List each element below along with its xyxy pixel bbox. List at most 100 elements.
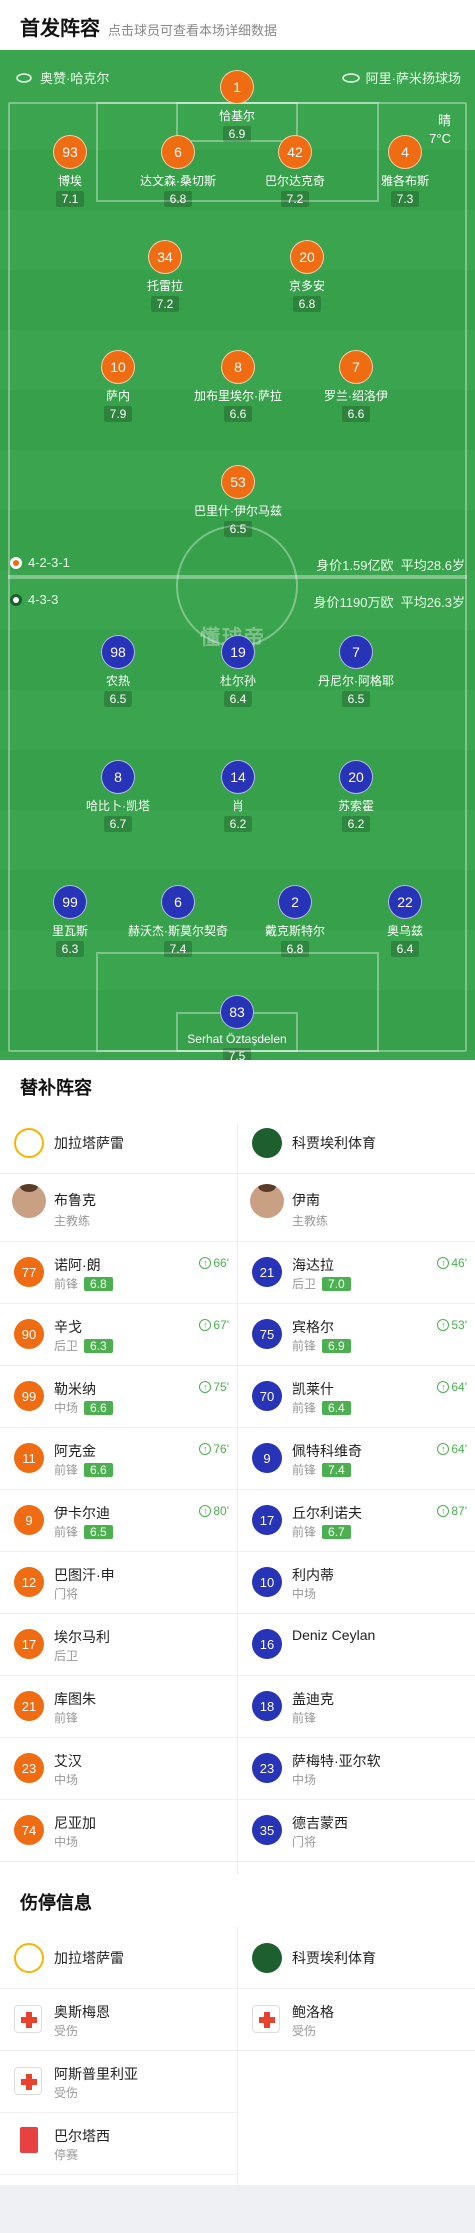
player-number: 70 <box>252 1381 282 1411</box>
away-player[interactable]: 98 农热 6.5 <box>63 635 173 708</box>
position-text: 前锋 <box>292 1401 317 1415</box>
player-number: 77 <box>14 1257 44 1287</box>
player-rating: 6.8 <box>280 941 310 957</box>
sub-player-row[interactable]: 12 巴图汗·申 门将 <box>0 1552 237 1614</box>
sub-player-row[interactable]: 18 盖迪克 前锋 <box>238 1676 475 1738</box>
sub-player-row[interactable]: 9 伊卡尔迪 前锋 6.5 ↑ 80' <box>0 1490 237 1552</box>
home-player[interactable]: 1 恰基尔 6.9 <box>182 70 292 143</box>
sub-player-row[interactable]: 17 丘尔利诺夫 前锋 6.7 ↑ 87' <box>238 1490 475 1552</box>
weather-condition: 晴 <box>437 113 451 128</box>
away-formation: 4-3-3 <box>28 592 59 607</box>
injuries-home-club[interactable]: 加拉塔萨雷 <box>0 1927 237 1989</box>
position-text: 中场 <box>54 1401 79 1415</box>
away-player[interactable]: 83 Serhat Öztaşdelen 7.5 <box>182 995 292 1060</box>
sub-in-icon: ↑ <box>199 1257 212 1269</box>
home-player[interactable]: 53 巴里什·伊尔马兹 6.5 <box>183 465 293 538</box>
home-player[interactable]: 34 托雷拉 7.2 <box>110 240 220 313</box>
sub-player-row[interactable]: 23 艾汉 中场 <box>0 1738 237 1800</box>
away-coach[interactable]: 伊南 主教练 <box>238 1174 475 1242</box>
home-coach[interactable]: 布鲁克 主教练 <box>0 1174 237 1242</box>
away-player[interactable]: 8 哈比卜·凯塔 6.7 <box>63 760 173 833</box>
sub-player-row[interactable]: 21 海达拉 后卫 7.0 ↑ 46' <box>238 1242 475 1304</box>
player-name: 达文森·桑切斯 <box>140 174 216 188</box>
home-player[interactable]: 8 加布里埃尔·萨拉 6.6 <box>183 350 293 423</box>
away-player[interactable]: 7 丹尼尔·阿格耶 6.5 <box>301 635 411 708</box>
sub-time-text: 80' <box>213 1504 229 1518</box>
avatar <box>12 1184 46 1218</box>
sub-player-row[interactable]: 77 诺阿·朗 前锋 6.8 ↑ 66' <box>0 1242 237 1304</box>
player-position: 前锋 6.7 <box>292 1523 351 1540</box>
away-player[interactable]: 22 奥乌兹 6.4 <box>350 885 460 958</box>
sub-player-row[interactable]: 90 辛戈 后卫 6.3 ↑ 67' <box>0 1304 237 1366</box>
injury-row[interactable]: 鲍洛格 受伤 <box>238 1989 475 2051</box>
player-name: 巴图汗·申 <box>54 1567 115 1583</box>
sub-player-row[interactable]: 99 勒米纳 中场 6.6 ↑ 75' <box>0 1366 237 1428</box>
sub-player-row[interactable]: 35 德吉蒙西 门将 <box>238 1800 475 1862</box>
sub-in-icon: ↑ <box>437 1319 450 1331</box>
player-name: 埃尔马利 <box>54 1629 110 1645</box>
injury-row[interactable]: 阿斯普里利亚 受伤 <box>0 2051 237 2113</box>
player-number: 19 <box>221 635 255 669</box>
away-player[interactable]: 20 苏索霍 6.2 <box>301 760 411 833</box>
sub-player-row[interactable]: 70 凯莱什 前锋 6.4 ↑ 64' <box>238 1366 475 1428</box>
player-name: 赫沃杰·斯莫尔契奇 <box>128 924 228 938</box>
home-player[interactable]: 42 巴尔达克奇 7.2 <box>240 135 350 208</box>
player-name: Serhat Öztaşdelen <box>187 1032 287 1046</box>
player-number: 6 <box>161 135 195 169</box>
player-number: 17 <box>252 1505 282 1535</box>
player-name: 戴克斯特尔 <box>264 924 325 938</box>
home-player[interactable]: 10 萨内 7.9 <box>63 350 173 423</box>
subs-away-club[interactable]: 科贾埃利体育 <box>238 1112 475 1174</box>
galatasaray-logo-icon <box>10 556 22 570</box>
injury-row[interactable]: 巴尔塔西 停赛 <box>0 2113 237 2175</box>
sub-player-row[interactable]: 23 萨梅特·亚尔软 中场 <box>238 1738 475 1800</box>
sub-player-row[interactable]: 9 佩特科维奇 前锋 7.4 ↑ 64' <box>238 1428 475 1490</box>
subs-home-club[interactable]: 加拉塔萨雷 <box>0 1112 237 1174</box>
home-player[interactable]: 6 达文森·桑切斯 6.8 <box>123 135 233 208</box>
whistle-icon <box>16 72 34 84</box>
player-number: 14 <box>221 760 255 794</box>
sub-player-row[interactable]: 75 宾格尔 前锋 6.9 ↑ 53' <box>238 1304 475 1366</box>
player-position: 前锋 6.8 <box>54 1275 113 1292</box>
away-player[interactable]: 2 戴克斯特尔 6.8 <box>240 885 350 958</box>
home-player[interactable]: 20 京多安 6.8 <box>252 240 362 313</box>
injury-status: 受伤 <box>54 2086 79 2100</box>
player-rating: 6.3 <box>84 1339 113 1353</box>
sub-player-row[interactable]: 17 埃尔马利 后卫 <box>0 1614 237 1676</box>
home-player[interactable]: 4 雅各布斯 7.3 <box>350 135 460 208</box>
injuries-away-club[interactable]: 科贾埃利体育 <box>238 1927 475 1989</box>
player-name: 雅各布斯 <box>380 174 429 188</box>
player-rating: 6.7 <box>322 1525 351 1539</box>
position-text: 前锋 <box>54 1463 79 1477</box>
player-rating: 6.3 <box>55 941 85 957</box>
away-player[interactable]: 14 肖 6.2 <box>183 760 293 833</box>
home-age: 平均28.6岁 <box>400 558 465 573</box>
sub-player-row[interactable]: 21 库图朱 前锋 <box>0 1676 237 1738</box>
sub-player-row[interactable]: 74 尼亚加 中场 <box>0 1800 237 1862</box>
sub-player-row[interactable]: 10 利内蒂 中场 <box>238 1552 475 1614</box>
away-player[interactable]: 99 里瓦斯 6.3 <box>15 885 125 958</box>
player-position: 后卫 7.0 <box>292 1275 351 1292</box>
sub-player-row[interactable]: 16 Deniz Ceylan <box>238 1614 475 1676</box>
subs-section: 替补阵容 加拉塔萨雷 布鲁克 主教练 77 诺阿·朗 前锋 6.8 ↑ 66' 90 辛戈 后卫… <box>0 1060 475 1905</box>
injury-status: 受伤 <box>292 2024 317 2038</box>
stadium-name: 阿里·萨米扬球场 <box>365 71 461 86</box>
away-player[interactable]: 19 杜尔孙 6.4 <box>183 635 293 708</box>
player-name: 里瓦斯 <box>51 924 88 938</box>
away-value: 身价1190万欧 <box>313 595 394 610</box>
sub-in-icon: ↑ <box>437 1505 450 1517</box>
away-player[interactable]: 6 赫沃杰·斯莫尔契奇 7.4 <box>123 885 233 958</box>
player-name: 博埃 <box>57 174 82 188</box>
player-position: 前锋 <box>292 1709 316 1726</box>
sub-in-time: ↑ 64' <box>437 1380 467 1394</box>
home-player[interactable]: 7 罗兰·绍洛伊 6.6 <box>301 350 411 423</box>
player-position: 前锋 <box>54 1709 78 1726</box>
player-number: 53 <box>221 465 255 499</box>
player-name: 京多安 <box>288 279 325 293</box>
player-rating: 7.5 <box>222 1048 252 1060</box>
injury-row[interactable]: 奥斯梅恩 受伤 <box>0 1989 237 2051</box>
player-name: 利内蒂 <box>292 1567 334 1583</box>
sub-player-row[interactable]: 11 阿克金 前锋 6.6 ↑ 76' <box>0 1428 237 1490</box>
player-number: 99 <box>53 885 87 919</box>
home-player[interactable]: 93 博埃 7.1 <box>15 135 125 208</box>
